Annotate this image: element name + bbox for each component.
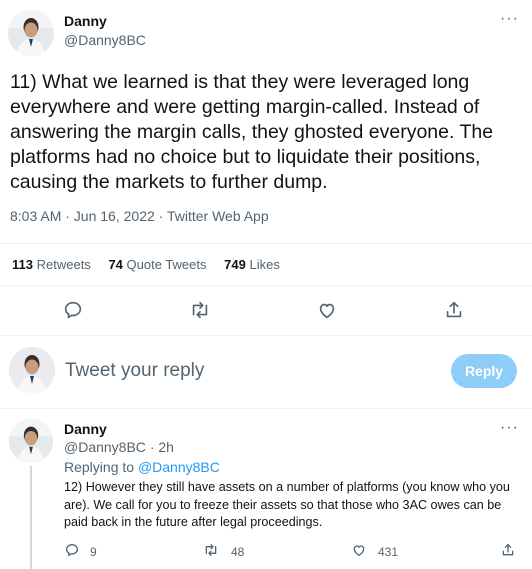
reply-icon[interactable]: [62, 299, 84, 321]
retweets-stat[interactable]: 113 Retweets: [12, 257, 94, 272]
retweet-icon[interactable]: [189, 299, 211, 321]
thread-line: [30, 466, 32, 569]
stats-row: 113 Retweets 74 Quote Tweets 749 Likes: [12, 257, 280, 272]
retweet-count-icon[interactable]: [203, 542, 219, 558]
reply-count: 9: [90, 545, 97, 559]
separator-dot: ·: [149, 439, 155, 455]
author-handle[interactable]: @Danny8BC: [64, 32, 146, 48]
reply-count-icon[interactable]: [64, 542, 80, 558]
quote-tweets-stat[interactable]: 74 Quote Tweets: [108, 257, 210, 272]
author-avatar[interactable]: [8, 10, 54, 56]
current-user-avatar: [9, 347, 55, 393]
more-options-icon[interactable]: ···: [500, 11, 519, 27]
tweet-timestamp[interactable]: 8:03 AM · Jun 16, 2022 · Twitter Web App: [10, 208, 269, 224]
retweet-count: 48: [231, 545, 245, 559]
reply-author-avatar[interactable]: [9, 419, 53, 463]
tweet-text: 11) What we learned is that they were le…: [10, 71, 494, 193]
like-count: 431: [378, 545, 399, 559]
replying-to-row: Replying to @Danny8BC: [64, 459, 220, 475]
replying-to-label: Replying to: [64, 459, 135, 475]
reply-button[interactable]: Reply: [451, 354, 517, 388]
like-icon[interactable]: [316, 299, 338, 321]
retweets-count: 113: [12, 257, 33, 272]
reply-share-icon[interactable]: [500, 542, 516, 558]
quote-tweets-label: Quote Tweets: [126, 257, 207, 272]
likes-label: Likes: [249, 257, 280, 272]
like-count-icon[interactable]: [351, 542, 367, 558]
likes-count: 749: [224, 257, 246, 272]
reply-handle-row: @Danny8BC · 2h: [64, 439, 174, 455]
quote-tweets-count: 74: [108, 257, 123, 272]
reply-tweet-text: 12) However they still have assets on a …: [64, 480, 510, 529]
likes-stat[interactable]: 749 Likes: [224, 257, 280, 272]
author-name[interactable]: Danny: [64, 13, 107, 29]
reply-more-options-icon[interactable]: ···: [500, 420, 519, 436]
replying-to-link[interactable]: @Danny8BC: [138, 459, 220, 475]
reply-input[interactable]: Tweet your reply: [65, 360, 425, 382]
share-icon[interactable]: [443, 299, 465, 321]
reply-author-handle[interactable]: @Danny8BC: [64, 439, 146, 455]
reply-time[interactable]: 2h: [158, 439, 174, 455]
retweets-label: Retweets: [36, 257, 91, 272]
reply-author-name[interactable]: Danny: [64, 421, 107, 437]
